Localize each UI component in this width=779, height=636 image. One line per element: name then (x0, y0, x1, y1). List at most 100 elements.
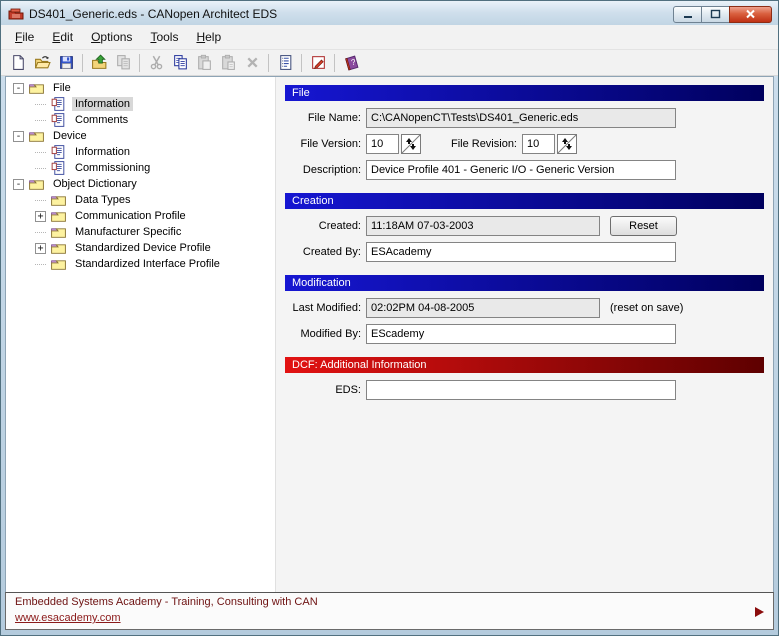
created-by-row: Created By: (285, 242, 764, 262)
collapse-icon[interactable]: - (13, 131, 24, 142)
menu-edit[interactable]: Edit (43, 27, 82, 47)
modified-by-field[interactable] (366, 324, 676, 344)
tree-connector (35, 232, 46, 233)
tree-item-label: Information (72, 97, 133, 111)
toolbar: ? (1, 50, 778, 76)
created-field[interactable] (366, 216, 600, 236)
duplicate-button (111, 52, 135, 74)
section-header-dcf: DCF: Additional Information (285, 357, 764, 373)
tree-item-label: Commissioning (72, 161, 153, 175)
file-version-label: File Version: (285, 138, 361, 150)
paste-special-icon (220, 54, 237, 71)
collapse-icon[interactable]: - (13, 179, 24, 190)
description-field[interactable] (366, 160, 676, 180)
save-file-button[interactable] (54, 52, 78, 74)
close-button[interactable] (729, 6, 772, 23)
expand-icon[interactable]: + (35, 243, 46, 254)
tree-item-label: Object Dictionary (50, 177, 140, 191)
tree-item-object-dictionary[interactable]: - Object Dictionary (6, 176, 275, 192)
tree-item-communication-profile[interactable]: + Communication Profile (6, 208, 275, 224)
close-icon (745, 9, 756, 19)
tree-item-label: Standardized Device Profile (72, 241, 214, 255)
file-version-field[interactable] (366, 134, 399, 154)
expand-icon[interactable]: + (35, 211, 46, 222)
tree-item-label: Information (72, 145, 133, 159)
file-version-spinner[interactable] (401, 134, 421, 154)
help-button[interactable]: ? (339, 52, 363, 74)
tree-item-standardized-device-profile[interactable]: + Standardized Device Profile (6, 240, 275, 256)
new-file-button[interactable] (6, 52, 30, 74)
footer-website-link[interactable]: www.esacademy.com (15, 612, 121, 624)
document-icon (50, 145, 67, 159)
last-modified-label: Last Modified: (285, 302, 361, 314)
report-icon (277, 54, 294, 71)
tree-item-label: File (50, 81, 74, 95)
last-modified-row: Last Modified: (reset on save) (285, 298, 764, 318)
tree-item-standardized-interface-profile[interactable]: Standardized Interface Profile (6, 256, 275, 272)
report-button[interactable] (273, 52, 297, 74)
paste-icon (196, 54, 213, 71)
menu-help[interactable]: Help (187, 27, 230, 47)
open-file-icon (34, 54, 51, 71)
navigation-tree: - File Information Comments - (6, 77, 276, 592)
copy-icon (172, 54, 189, 71)
tree-item-device-information[interactable]: Information (6, 144, 275, 160)
tree-connector (35, 120, 46, 121)
paste-special-button (216, 52, 240, 74)
maximize-icon (710, 9, 721, 19)
file-name-label: File Name: (285, 112, 361, 124)
eds-row: EDS: (285, 380, 764, 400)
tree-connector (35, 152, 46, 153)
toolbar-separator (139, 54, 140, 72)
menu-file[interactable]: File (6, 27, 43, 47)
client-area: - File Information Comments - (5, 76, 774, 592)
modified-by-row: Modified By: (285, 324, 764, 344)
file-name-field[interactable] (366, 108, 676, 128)
marquee-arrow-icon (755, 607, 764, 617)
menu-options[interactable]: Options (82, 27, 141, 47)
reset-button[interactable]: Reset (610, 216, 677, 236)
tree-item-manufacturer-specific[interactable]: Manufacturer Specific (6, 224, 275, 240)
paste-button (192, 52, 216, 74)
tree-item-label: Manufacturer Specific (72, 225, 184, 239)
edit-button[interactable] (306, 52, 330, 74)
import-eds-button[interactable] (87, 52, 111, 74)
window-title: DS401_Generic.eds - CANopen Architect ED… (29, 7, 674, 21)
open-file-button[interactable] (30, 52, 54, 74)
last-modified-field[interactable] (366, 298, 600, 318)
maximize-button[interactable] (701, 6, 730, 23)
tree-item-device[interactable]: - Device (6, 128, 275, 144)
tree-item-label: Communication Profile (72, 209, 189, 223)
folder-icon (28, 177, 45, 191)
delete-icon (245, 55, 260, 70)
tree-item-device-commissioning[interactable]: Commissioning (6, 160, 275, 176)
tree-item-file-information[interactable]: Information (6, 96, 275, 112)
folder-icon (50, 241, 67, 255)
menu-tools[interactable]: Tools (141, 27, 187, 47)
eds-field[interactable] (366, 380, 676, 400)
document-icon (50, 161, 67, 175)
folder-icon (50, 193, 67, 207)
duplicate-icon (115, 54, 132, 71)
file-name-row: File Name: (285, 108, 764, 128)
toolbar-separator (82, 54, 83, 72)
document-icon (50, 113, 67, 127)
tree-item-file[interactable]: - File (6, 80, 275, 96)
footer-tagline: Embedded Systems Academy - Training, Con… (15, 596, 764, 608)
copy-button[interactable] (168, 52, 192, 74)
tree-item-file-comments[interactable]: Comments (6, 112, 275, 128)
title-bar: DS401_Generic.eds - CANopen Architect ED… (1, 1, 778, 25)
tree-item-data-types[interactable]: Data Types (6, 192, 275, 208)
file-revision-spinner[interactable] (557, 134, 577, 154)
collapse-icon[interactable]: - (13, 83, 24, 94)
modified-by-label: Modified By: (285, 328, 361, 340)
delete-button (240, 52, 264, 74)
created-by-field[interactable] (366, 242, 676, 262)
file-revision-field[interactable] (522, 134, 555, 154)
toolbar-separator (301, 54, 302, 72)
folder-icon (50, 209, 67, 223)
window-frame-bottom (1, 630, 778, 635)
tree-item-label: Comments (72, 113, 131, 127)
tree-connector (35, 104, 46, 105)
minimize-button[interactable] (673, 6, 702, 23)
